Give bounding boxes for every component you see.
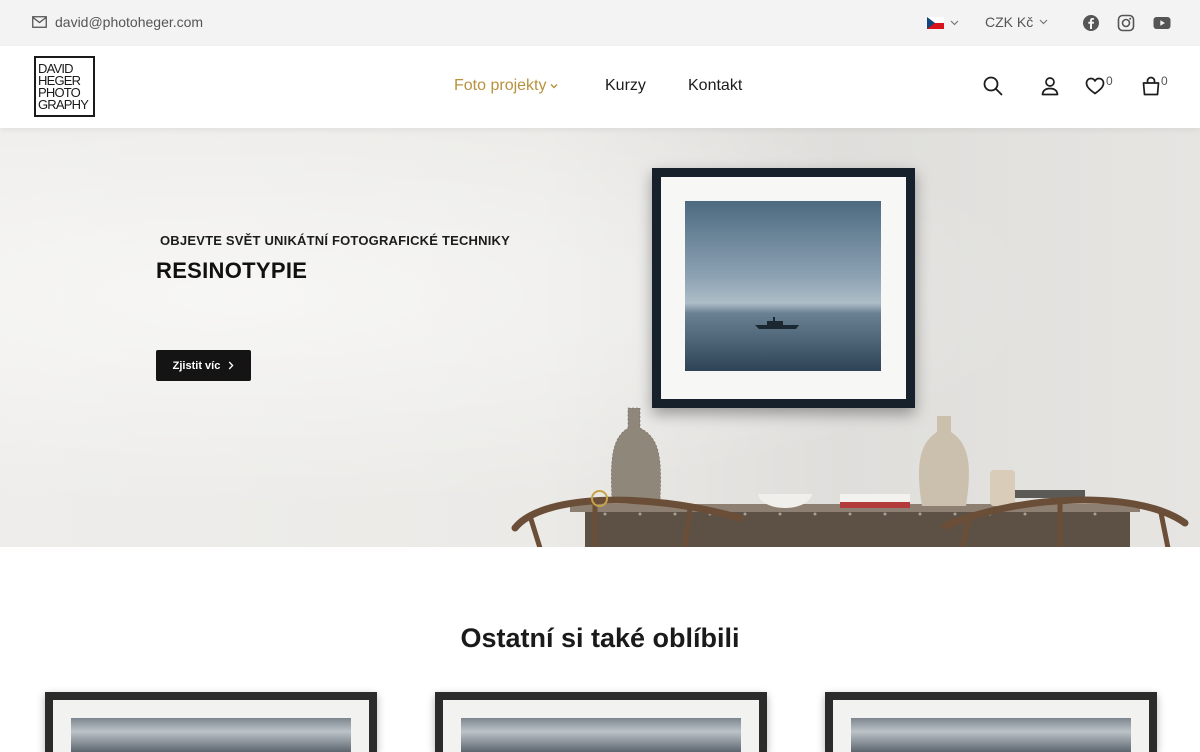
card-photo — [461, 718, 741, 752]
youtube-icon[interactable] — [1153, 14, 1171, 32]
cz-flag-icon — [927, 17, 944, 29]
section-title: Ostatní si také oblíbili — [460, 623, 740, 653]
hero-cta-button[interactable]: Zjistit víc — [156, 350, 251, 381]
hero-title: RESINOTYPIE — [156, 258, 308, 283]
cta-label: Zjistit víc — [172, 359, 221, 372]
card-photo — [851, 718, 1131, 752]
product-card[interactable] — [435, 692, 767, 752]
currency-selector[interactable]: CZK Kč — [985, 14, 1048, 30]
cart-count: 0 — [1161, 74, 1168, 88]
nav-kontakt[interactable]: Kontakt — [688, 77, 742, 95]
nav-label: Foto projekty — [454, 77, 547, 94]
framed-photo — [652, 168, 915, 408]
slider-indicator[interactable] — [591, 490, 608, 507]
heart-icon[interactable] — [1084, 75, 1106, 97]
cart-icon[interactable] — [1140, 75, 1162, 97]
email-link[interactable]: david@photoheger.com — [32, 14, 203, 30]
chevron-right-icon — [229, 361, 234, 370]
currency-label: CZK Kč — [985, 14, 1034, 30]
card-photo — [71, 718, 351, 752]
chevron-down-icon — [550, 84, 558, 89]
boat-icon — [755, 317, 799, 329]
user-icon[interactable] — [1039, 75, 1061, 97]
chevron-down-icon — [1039, 19, 1048, 25]
hero-banner: OBJEVTE SVĚT UNIKÁTNÍ FOTOGRAFICKÉ TECHN… — [0, 128, 1200, 547]
nav-kurzy[interactable]: Kurzy — [605, 77, 646, 95]
logo[interactable]: DAVID HEGER PHOTO GRAPHY — [34, 56, 95, 117]
room-scene — [511, 407, 1189, 547]
product-card[interactable] — [45, 692, 377, 752]
email-text: david@photoheger.com — [55, 14, 204, 30]
language-selector[interactable] — [927, 17, 959, 29]
product-card[interactable] — [825, 692, 1157, 752]
chevron-down-icon — [950, 20, 959, 26]
wishlist-count: 0 — [1106, 74, 1113, 88]
nav-foto-projekty[interactable]: Foto projekty — [454, 77, 558, 95]
top-bar: david@photoheger.com CZK Kč — [0, 0, 1200, 46]
hero-eyebrow: OBJEVTE SVĚT UNIKÁTNÍ FOTOGRAFICKÉ TECHN… — [160, 233, 510, 248]
facebook-icon[interactable] — [1082, 14, 1100, 32]
logo-line: GRAPHY — [38, 96, 89, 112]
mail-icon — [32, 16, 47, 28]
main-header: DAVID HEGER PHOTO GRAPHY Foto projekty K… — [0, 46, 1200, 128]
resinotype-photo — [685, 201, 881, 371]
instagram-icon[interactable] — [1117, 14, 1135, 32]
search-icon[interactable] — [982, 75, 1004, 97]
